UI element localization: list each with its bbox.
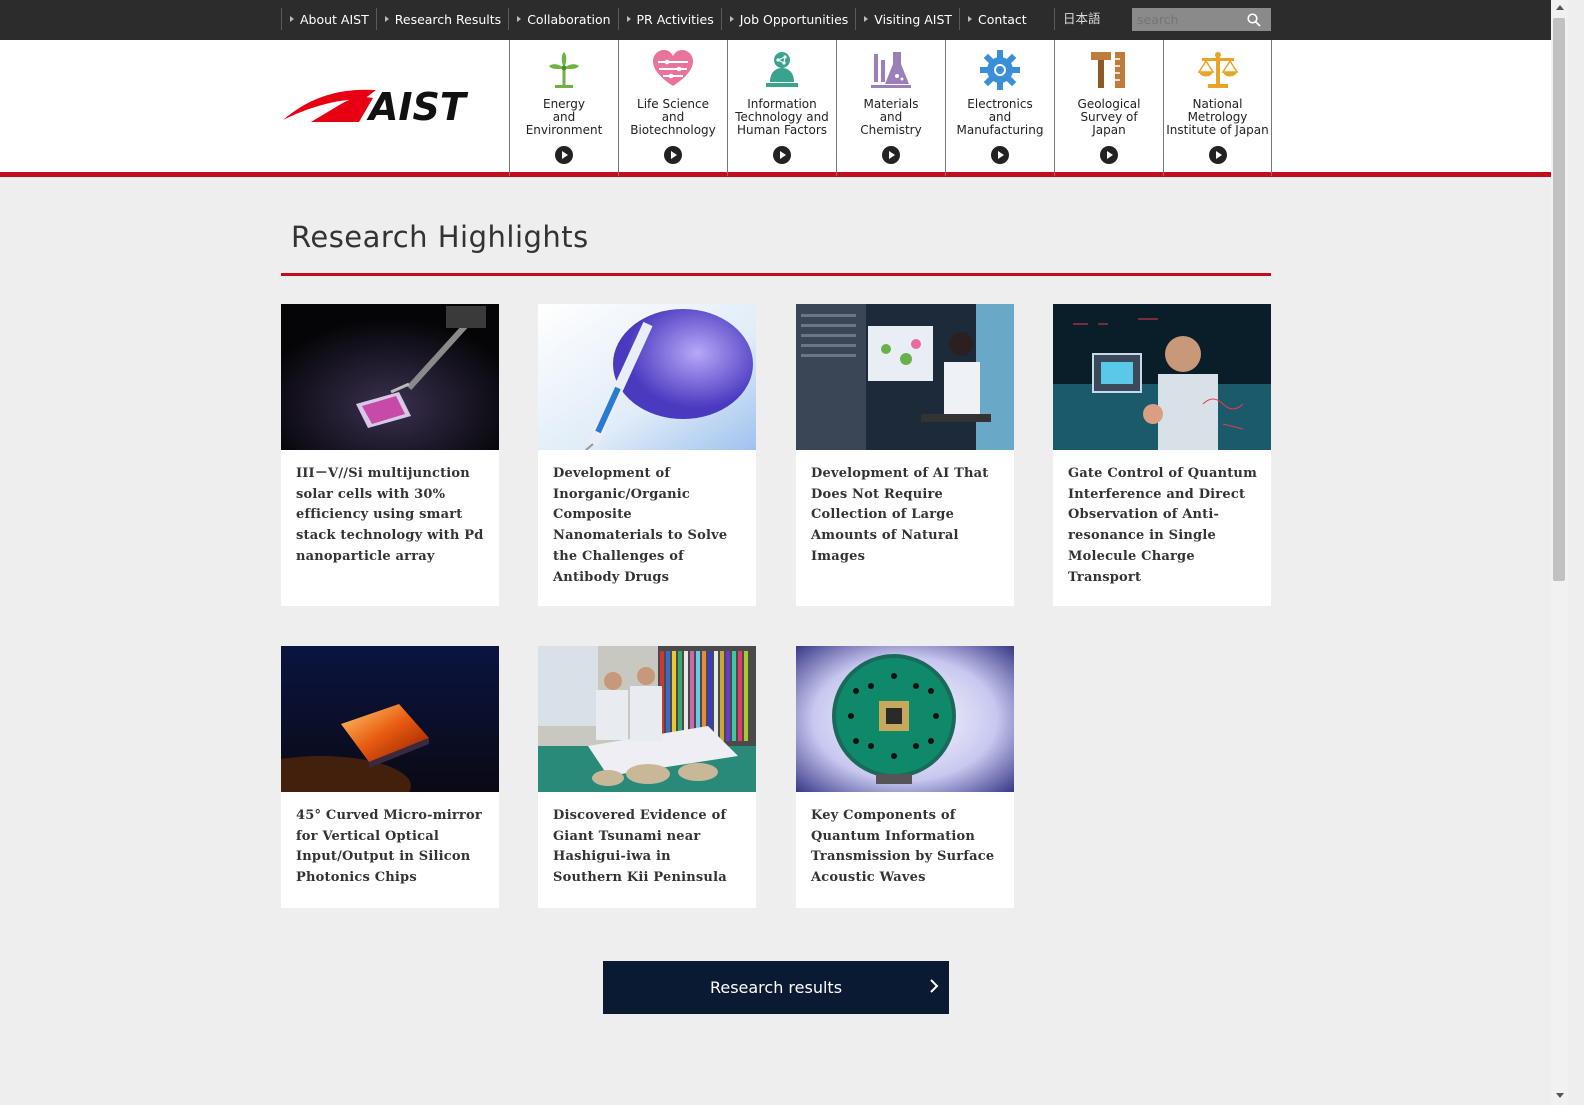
highlight-card[interactable]: Development of AI That Does Not Require … (796, 304, 1014, 606)
tsunami-research-photo (538, 646, 756, 792)
topnav-contact[interactable]: Contact (959, 8, 1034, 30)
heart-icon (653, 50, 693, 86)
highlight-card[interactable]: Gate Control of Quantum Interference and… (1053, 304, 1271, 606)
scroll-up-icon[interactable] (1556, 5, 1564, 10)
topnav-research-results[interactable]: Research Results (375, 8, 508, 30)
micro-mirror-photo (281, 646, 499, 792)
highlight-card[interactable]: 45° Curved Micro-mirror for Vertical Opt… (281, 646, 499, 908)
topnav-about[interactable]: About AIST (281, 8, 376, 30)
play-icon (555, 146, 573, 164)
person-network-icon (766, 52, 798, 87)
category-life-science[interactable]: Life Science and Biotechnology (618, 40, 727, 176)
highlight-card[interactable]: III－V//Si multijunction solar cells with… (281, 304, 499, 606)
highlight-title: Discovered Evidence of Giant Tsunami nea… (553, 808, 727, 886)
arrow-icon (864, 16, 869, 22)
category-materials-label: Materials and Chemistry (860, 97, 922, 137)
topnav-pr-activities[interactable]: PR Activities (617, 8, 721, 30)
search-box (1132, 8, 1271, 31)
play-icon (1100, 146, 1118, 164)
arrow-icon (384, 16, 389, 22)
scale-icon (1198, 52, 1238, 88)
play-icon (664, 146, 682, 164)
scroll-down-icon[interactable] (1556, 1093, 1564, 1098)
windmill-icon (549, 52, 579, 88)
page-scrollbar[interactable] (1551, 0, 1568, 1105)
aist-logo[interactable]: AIST (281, 85, 486, 129)
highlight-title: Gate Control of Quantum Interference and… (1068, 466, 1258, 585)
search-icon[interactable] (1244, 10, 1264, 30)
category-information-technology-label: Information Technology and Human Factors (735, 97, 829, 137)
chevron-right-icon (930, 979, 939, 993)
play-icon (773, 146, 791, 164)
highlight-title: Development of AI That Does Not Require … (811, 466, 989, 564)
arrow-icon (517, 16, 522, 22)
search-input[interactable] (1132, 8, 1244, 31)
play-icon (1209, 146, 1227, 164)
category-electronics[interactable]: Electronics and Manufacturing (945, 40, 1054, 176)
research-results-button[interactable]: Research results (603, 961, 949, 1014)
quantum-board-photo (796, 646, 1014, 792)
site-header: AIST Energy and Environment Life Science… (0, 40, 1551, 177)
play-icon (991, 146, 1009, 164)
hammer-ruler-icon (1091, 52, 1125, 88)
arrow-icon (729, 16, 734, 22)
researcher-chip-photo (1053, 304, 1271, 450)
highlight-title: III－V//Si multijunction solar cells with… (296, 466, 484, 564)
category-information-technology[interactable]: Information Technology and Human Factors (727, 40, 836, 176)
svg-text:AIST: AIST (366, 86, 469, 126)
topnav-job-opportunities[interactable]: Job Opportunities (720, 8, 856, 30)
category-life-science-label: Life Science and Biotechnology (630, 97, 716, 137)
highlight-title: Key Components of Quantum Information Tr… (811, 808, 995, 886)
category-electronics-label: Electronics and Manufacturing (956, 97, 1044, 137)
highlight-card[interactable]: Discovered Evidence of Giant Tsunami nea… (538, 646, 756, 908)
arrow-icon (290, 16, 294, 22)
category-nav: Energy and Environment Life Science and Biot… (509, 40, 1272, 176)
researcher-computer-photo (796, 304, 1014, 450)
syringe-photo (538, 304, 756, 450)
arrow-icon (968, 16, 973, 22)
section-header: Research Highlights (281, 220, 1271, 276)
topnav-visiting[interactable]: Visiting AIST (855, 8, 959, 30)
category-energy-label: Energy and Environment (525, 97, 603, 137)
highlight-title: Development of Inorganic/Organic Composi… (553, 466, 728, 585)
category-geological-label: Geological Survey of Japan (1077, 97, 1141, 137)
category-metrology[interactable]: National Metrology Institute of Japan (1163, 40, 1272, 176)
language-switch[interactable]: 日本語 (1054, 8, 1101, 30)
category-energy[interactable]: Energy and Environment (509, 40, 618, 176)
category-geological[interactable]: Geological Survey of Japan (1054, 40, 1163, 176)
page-title: Research Highlights (291, 220, 589, 254)
flask-icon (871, 52, 911, 88)
arrow-icon (626, 16, 631, 22)
category-materials[interactable]: Materials and Chemistry (836, 40, 945, 176)
top-bar: About AIST Research Results Collaboratio… (0, 0, 1551, 40)
gear-icon (980, 50, 1020, 90)
highlight-card[interactable]: Development of Inorganic/Organic Composi… (538, 304, 756, 606)
solar-cell-photo (281, 304, 499, 450)
topnav-collaboration[interactable]: Collaboration (508, 8, 617, 30)
category-metrology-label: National Metrology Institute of Japan (1166, 97, 1269, 137)
top-nav: About AIST Research Results Collaboratio… (281, 8, 1034, 30)
play-icon (882, 146, 900, 164)
highlight-title: 45° Curved Micro-mirror for Vertical Opt… (296, 808, 482, 886)
scrollbar-thumb[interactable] (1553, 18, 1565, 581)
highlight-card[interactable]: Key Components of Quantum Information Tr… (796, 646, 1014, 908)
